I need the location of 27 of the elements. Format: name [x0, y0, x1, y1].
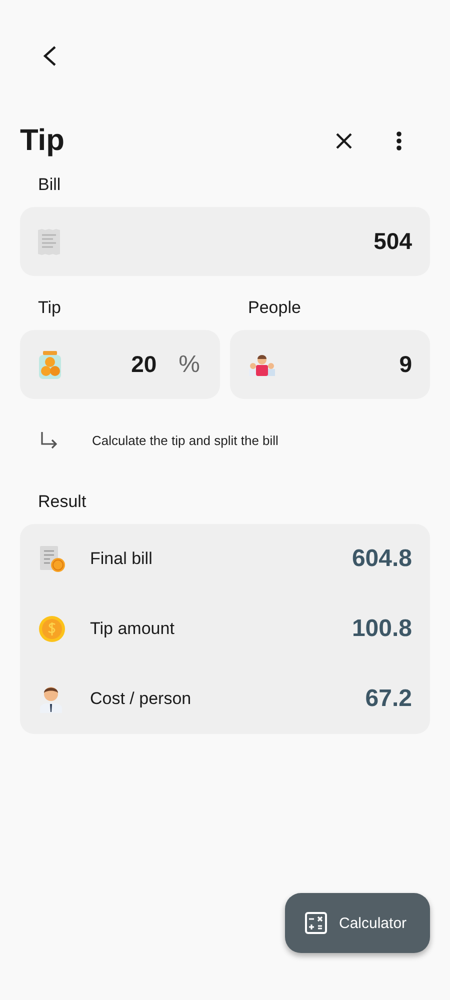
receipt-icon [38, 228, 60, 254]
person-icon [38, 685, 64, 713]
field-label: People [247, 298, 302, 319]
result-label: Tip amount [90, 619, 176, 639]
bill-coin-icon [38, 545, 66, 573]
coin-icon [38, 615, 66, 643]
result-label: Final bill [90, 549, 154, 569]
field-label: Bill [37, 175, 62, 196]
turn-arrow-icon [40, 431, 58, 449]
coin-jar-icon [38, 350, 62, 378]
field-label: Tip [37, 298, 62, 319]
hint-text: Calculate the tip and split the bill [92, 432, 278, 448]
result-label: Cost / person [90, 689, 192, 709]
people-input[interactable]: 9 [230, 330, 430, 399]
section-label: Result [37, 492, 88, 513]
back-icon[interactable] [42, 45, 58, 67]
people-icon [248, 354, 276, 376]
result-value: 604.8 [352, 545, 412, 573]
more-icon[interactable] [396, 131, 402, 151]
page-title: Tip [20, 124, 64, 158]
result-value: 100.8 [352, 615, 412, 643]
calculator-icon [305, 912, 327, 934]
bill-input[interactable]: 504 [20, 207, 430, 276]
close-icon[interactable] [336, 133, 352, 149]
tip-input[interactable]: 20 % [20, 330, 220, 399]
calculator-button[interactable]: Calculator [285, 893, 430, 953]
result-value: 67.2 [365, 685, 412, 713]
